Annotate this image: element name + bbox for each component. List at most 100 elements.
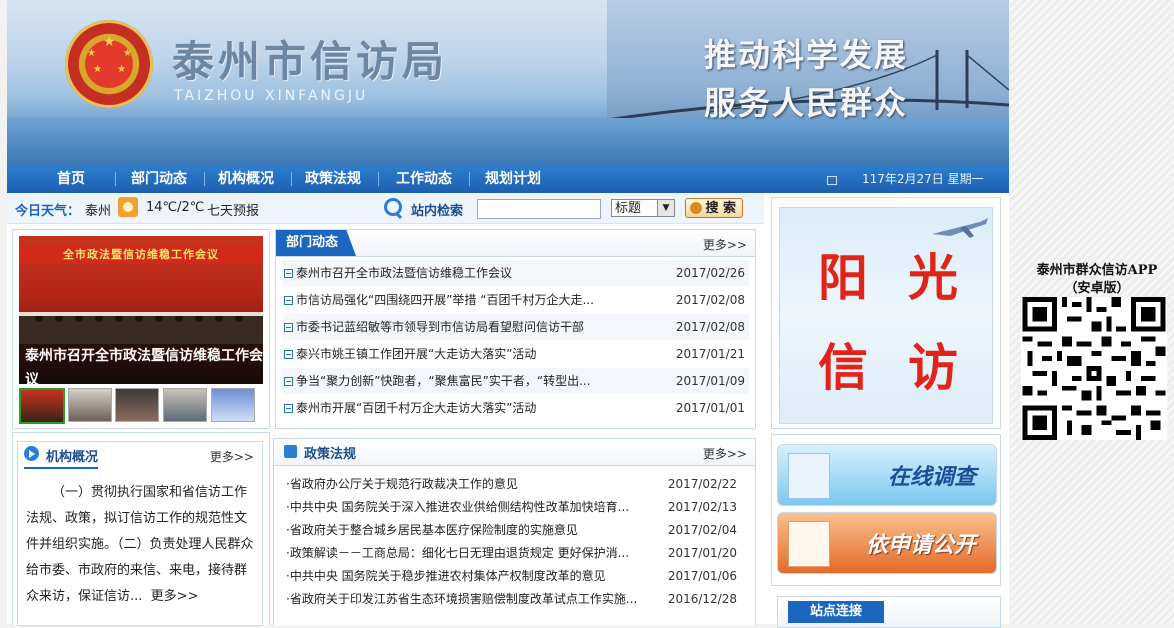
policy-item-title[interactable]: ·政策解读－－工商总局：细化七日无理由退货规定 更好保护消... [286, 542, 629, 565]
calendar-icon [827, 176, 837, 185]
thumbnail-1[interactable] [19, 388, 65, 424]
news-title[interactable]: 泰兴市姚王镇工作团开展“大走访大落实”活动 [296, 341, 646, 367]
org-title[interactable]: 机构概况 [24, 446, 99, 469]
current-date: 117年2月27日 星期一 [862, 172, 984, 186]
policy-item-title[interactable]: ·省政府关于印发江苏省生态环境损害赔偿制度改革试点工作实施... [286, 588, 637, 611]
sunny-weather-icon [118, 197, 138, 217]
search-input[interactable] [477, 199, 601, 219]
banner-sea [7, 118, 1009, 165]
sunshine-petition-banner[interactable]: 阳 光 信 访 [779, 207, 993, 424]
list-item[interactable]: 市信访局强化“四围绕四开展”举措 “百团千村万企大走... 2017/02/08 [282, 287, 749, 313]
news-title[interactable]: 泰州市开展“百团千村万企大走访大落实”活动 [296, 395, 646, 421]
arrow-circle-icon [24, 446, 39, 461]
list-item[interactable]: ·中共中央 国务院关于深入推进农业供给侧结构性改革加快培育... 2017/02/… [280, 496, 749, 519]
policy-item-title[interactable]: ·省政府办公厅关于规范行政裁决工作的意见 [286, 473, 518, 496]
sun-char-3: 信 [818, 338, 868, 397]
nav-separator [291, 172, 292, 186]
nav-item-plan[interactable]: 规划计划 [485, 165, 541, 193]
document-pen-icon [788, 521, 830, 567]
qr-code-icon[interactable] [1021, 297, 1167, 440]
org-more-link[interactable]: 更多>> [210, 448, 254, 465]
list-item[interactable]: ·政策解读－－工商总局：细化七日无理由退货规定 更好保护消... 2017/01/… [280, 542, 749, 565]
nav-separator [115, 172, 116, 186]
policy-item-date: 2017/02/22 [667, 477, 737, 491]
chart-doc-icon [788, 453, 830, 499]
org-title-text: 机构概况 [46, 450, 99, 465]
nav-item-work-news[interactable]: 工作动态 [396, 165, 452, 193]
nav-item-policy[interactable]: 政策法规 [305, 165, 361, 193]
slogan-line-2: 服务人民群众 [704, 84, 909, 122]
org-inline-more-link[interactable]: 更多>> [151, 589, 199, 604]
list-item[interactable]: 争当“聚力创新”快跑者，“聚焦富民”实干者，“转型出... 2017/01/09 [282, 368, 749, 394]
policy-title[interactable]: 政策法规 [304, 443, 356, 462]
news-title[interactable]: 泰州市召开全市政法暨信访维稳工作会议 [296, 260, 646, 286]
list-item[interactable]: 泰州市开展“百团千村万企大走访大落实”活动 2017/01/01 [282, 395, 749, 421]
online-survey-label: 在线调查 [887, 465, 976, 490]
app-download-label: 泰州市群众信访APP （安卓版） [1023, 262, 1171, 298]
policy-panel: 政策法规 更多>> ·省政府办公厅关于规范行政裁决工作的意见 2017/02/22… [273, 438, 756, 625]
news-title[interactable]: 市信访局强化“四围绕四开展”举措 “百团千村万企大走... [296, 287, 646, 313]
plus-square-icon [284, 323, 293, 332]
slogan-line-1: 推动科学发展 [704, 36, 909, 74]
list-item[interactable]: 泰州市召开全市政法暨信访维稳工作会议 2017/02/26 [282, 260, 749, 286]
org-description-text: （一）贯彻执行国家和省信访工作法规、政策，拟订信访工作的规范性文件并组织实施。（… [26, 485, 254, 604]
news-photo[interactable]: 全市政法暨信访维稳工作会议 泰州市召开全市政法暨信访维稳工作会议 [19, 236, 263, 384]
header-banner: ★ ★ ★ ★ ★ 泰州市信访局 TAIZHOU XINFANGJU 推动科学发… [7, 0, 1009, 165]
policy-item-title[interactable]: ·中共中央 国务院关于稳步推进农村集体产权制度改革的意见 [286, 565, 606, 588]
thumbnail-5[interactable] [211, 388, 255, 422]
list-item[interactable]: ·省政府关于整合城乡居民基本医疗保险制度的实施意见 2017/02/04 [280, 519, 749, 542]
search-field-select-value: 标题 [615, 201, 642, 216]
app-label-line-2: （安卓版） [1064, 281, 1130, 296]
apply-disclosure-label: 依申请公开 [865, 533, 976, 558]
nav-item-home[interactable]: 首页 [57, 165, 85, 193]
online-survey-button[interactable]: 在线调查 [777, 444, 997, 506]
news-title[interactable]: 市委书记蓝绍敏等市领导到市信访局看望慰问信访干部 [296, 314, 646, 340]
seven-day-forecast-link[interactable]: 七天预报 [207, 200, 259, 219]
list-item[interactable]: 市委书记蓝绍敏等市领导到市信访局看望慰问信访干部 2017/02/08 [282, 314, 749, 340]
site-links-panel: 站点连接 [777, 596, 1001, 628]
policy-more-link[interactable]: 更多>> [703, 445, 747, 462]
site-title: 泰州市信访局 [172, 37, 449, 86]
news-title[interactable]: 争当“聚力创新”快跑者，“聚焦富民”实干者，“转型出... [296, 368, 646, 394]
main-nav: 首页 部门动态 机构概况 政策法规 工作动态 规划计划 117年2月27日 星期… [7, 165, 1009, 193]
news-date: 2017/01/21 [675, 347, 745, 361]
thumbnail-2[interactable] [68, 388, 112, 422]
photo-caption[interactable]: 泰州市召开全市政法暨信访维稳工作会议 [19, 344, 263, 384]
weather-search-bar: 今日天气： 泰州 14℃/2℃ 七天预报 站内检索 标题 ▼ 搜 索 [7, 193, 764, 224]
policy-item-date: 2016/12/28 [667, 592, 737, 606]
list-item[interactable]: ·省政府办公厅关于规范行政裁决工作的意见 2017/02/22 [280, 473, 749, 496]
policy-item-title[interactable]: ·省政府关于整合城乡居民基本医疗保险制度的实施意见 [286, 519, 578, 542]
policy-item-date: 2017/02/04 [667, 523, 737, 537]
org-description: （一）贯彻执行国家和省信访工作法规、政策，拟订信访工作的规范性文件并组织实施。（… [26, 480, 254, 610]
site-links-tab[interactable]: 站点连接 [788, 601, 885, 623]
airplane-icon [932, 218, 988, 238]
search-label: 站内检索 [411, 204, 464, 219]
search-icon [384, 198, 402, 216]
nav-separator [378, 172, 379, 186]
policy-item-date: 2017/01/20 [667, 546, 737, 560]
nav-item-org[interactable]: 机构概况 [218, 165, 274, 193]
nav-item-dept-news[interactable]: 部门动态 [131, 165, 187, 193]
site-subtitle: TAIZHOU XINFANGJU [174, 88, 369, 104]
list-item[interactable]: ·省政府关于印发江苏省生态环境损害赔偿制度改革试点工作实施... 2016/12/… [280, 588, 749, 611]
arrow-square-icon [284, 445, 297, 458]
news-date: 2017/02/26 [675, 266, 745, 280]
thumbnail-4[interactable] [163, 388, 207, 422]
dept-news-tab[interactable]: 部门动态 [276, 230, 357, 256]
apply-disclosure-button[interactable]: 依申请公开 [777, 512, 997, 574]
list-item[interactable]: 泰兴市姚王镇工作团开展“大走访大落实”活动 2017/01/21 [282, 341, 749, 367]
chevron-down-icon[interactable]: ▼ [657, 200, 674, 216]
page-wrapper: ★ ★ ★ ★ ★ 泰州市信访局 TAIZHOU XINFANGJU 推动科学发… [7, 0, 1009, 628]
org-panel: 机构概况 更多>> （一）贯彻执行国家和省信访工作法规、政策，拟订信访工作的规范… [17, 441, 263, 626]
thumbnail-3[interactable] [115, 388, 159, 422]
national-emblem-icon: ★ ★ ★ ★ ★ [65, 20, 153, 108]
news-date: 2017/02/08 [675, 293, 745, 307]
sun-char-2: 光 [908, 248, 958, 307]
policy-item-title[interactable]: ·中共中央 国务院关于深入推进农业供给侧结构性改革加快培育... [286, 496, 629, 519]
dept-news-more-link[interactable]: 更多>> [703, 236, 747, 253]
plus-square-icon [284, 296, 293, 305]
search-button[interactable]: 搜 索 [685, 198, 743, 218]
search-field-select[interactable]: 标题 ▼ [611, 199, 675, 217]
plus-square-icon [284, 350, 293, 359]
list-item[interactable]: ·中共中央 国务院关于稳步推进农村集体产权制度改革的意见 2017/01/06 [280, 565, 749, 588]
